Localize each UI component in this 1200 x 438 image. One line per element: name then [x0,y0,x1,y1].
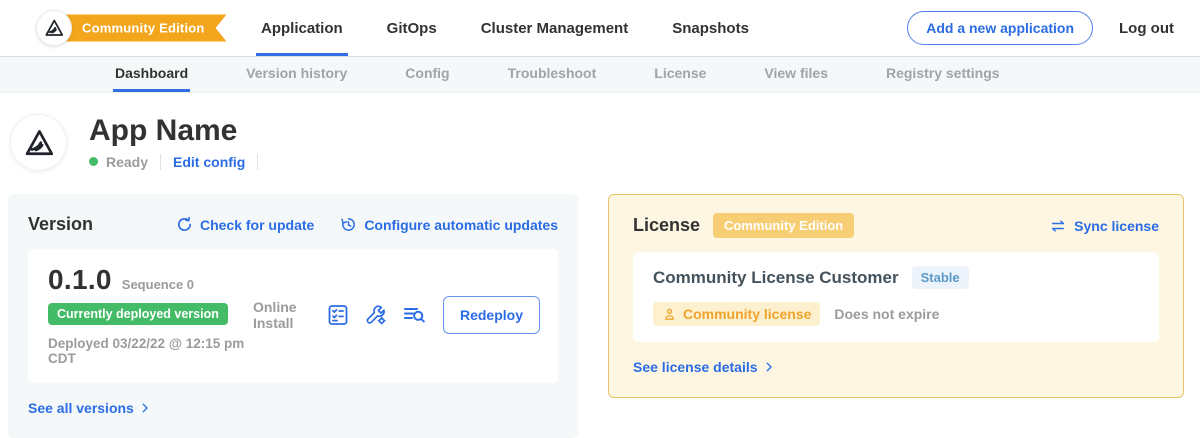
divider [160,154,161,170]
community-edition-badge: Community Edition [713,213,854,238]
license-details-panel: Community License Customer Stable Commun… [633,252,1159,342]
tab-license[interactable]: License [652,57,708,92]
status-dot [89,157,98,166]
sync-license-label: Sync license [1074,218,1159,234]
tab-troubleshoot[interactable]: Troubleshoot [506,57,599,92]
nav-snapshots[interactable]: Snapshots [667,0,754,56]
version-card-title: Version [28,214,93,235]
community-edition-ribbon: Community Edition [50,15,227,42]
app-avatar [10,114,67,171]
version-card: Version Check for update Configure au [8,194,578,438]
refresh-icon [176,216,193,233]
app-sub-nav: Dashboard Version history Config Trouble… [0,57,1200,93]
wrench-gear-icon [364,303,388,327]
replicated-logo-badge [36,10,72,46]
preflight-checks-button[interactable] [326,303,350,327]
install-type-label: Online Install [253,299,309,331]
channel-badge: Stable [912,266,969,289]
sync-license-link[interactable]: Sync license [1049,217,1159,235]
tab-registry-settings[interactable]: Registry settings [884,57,1002,92]
clock-refresh-icon [340,216,357,233]
check-for-update-link[interactable]: Check for update [176,216,314,233]
sync-arrows-icon [1049,217,1067,235]
configure-automatic-updates-link[interactable]: Configure automatic updates [340,216,558,233]
version-number-row: 0.1.0 Sequence 0 [48,264,253,296]
edit-config-link[interactable]: Edit config [173,154,245,170]
license-card: License Community Edition Sync license C… [608,194,1184,398]
deployed-timestamp: Deployed 03/22/22 @ 12:15 pm CDT [48,336,253,366]
customer-name: Community License Customer [653,268,899,288]
license-type-label: Community license [683,306,811,322]
current-version-info: 0.1.0 Sequence 0 Currently deployed vers… [48,264,253,366]
license-type-badge: Community license [653,302,820,326]
chevron-right-icon [763,361,775,373]
person-icon [662,307,677,322]
app-status-row: Ready Edit config [89,154,270,170]
license-type-row: Community license Does not expire [653,302,1139,326]
license-card-title: License [633,215,700,236]
version-number: 0.1.0 [48,264,112,296]
version-card-actions: Check for update Configure automatic upd… [176,216,558,233]
version-action-buttons: Online Install [253,296,540,334]
license-card-header: License Community Edition Sync license [633,213,1159,238]
see-license-details-label: See license details [633,359,758,375]
configure-automatic-updates-label: Configure automatic updates [364,217,558,233]
tab-version-history[interactable]: Version history [244,57,349,92]
chevron-right-icon [139,402,151,414]
tab-config[interactable]: Config [403,57,451,92]
customer-row: Community License Customer Stable [653,266,1139,289]
see-all-versions-label: See all versions [28,400,134,416]
app-header: App Name Ready Edit config [0,93,1200,171]
view-files-diff-button[interactable] [402,303,426,327]
top-nav: Community Edition Application GitOps Clu… [0,0,1200,57]
brand: Community Edition [36,10,244,46]
redeploy-button[interactable]: Redeploy [443,296,540,334]
sequence-label: Sequence 0 [122,277,194,292]
top-nav-right: Add a new application Log out [907,0,1200,56]
file-diff-magnifier-icon [402,303,426,327]
see-license-details-link[interactable]: See license details [633,359,775,375]
app-header-text: App Name Ready Edit config [89,115,270,170]
primary-nav: Application GitOps Cluster Management Sn… [256,0,754,56]
tab-dashboard[interactable]: Dashboard [113,57,190,92]
version-card-header: Version Check for update Configure au [28,214,558,235]
deployed-badge: Currently deployed version [48,303,228,325]
nav-cluster-management[interactable]: Cluster Management [476,0,634,56]
replicated-logo-icon [22,126,56,160]
replicated-logo-icon [43,17,65,39]
expiry-text: Does not expire [834,306,939,322]
check-for-update-label: Check for update [200,217,314,233]
license-title-group: License Community Edition [633,213,854,238]
current-version-panel: 0.1.0 Sequence 0 Currently deployed vers… [28,249,558,383]
status-text: Ready [106,154,148,170]
tab-view-files[interactable]: View files [762,57,830,92]
divider [257,154,258,170]
community-edition-label: Community Edition [82,21,205,36]
preflight-checklist-icon [326,303,350,327]
edit-config-button[interactable] [364,303,388,327]
see-all-versions-link[interactable]: See all versions [28,400,151,416]
nav-application[interactable]: Application [256,0,348,56]
logout-link[interactable]: Log out [1119,20,1174,37]
dashboard-cards: Version Check for update Configure au [0,171,1200,438]
add-new-application-button[interactable]: Add a new application [907,11,1093,45]
page-title: App Name [89,115,270,147]
nav-gitops[interactable]: GitOps [382,0,442,56]
